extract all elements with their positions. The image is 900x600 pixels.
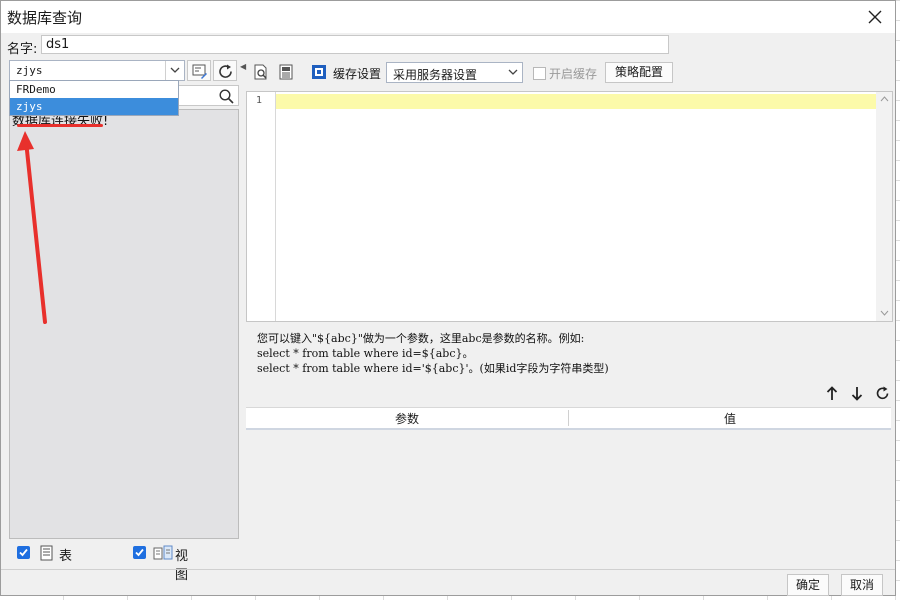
line-gutter: 1 — [247, 92, 276, 321]
refresh-icon[interactable] — [875, 386, 890, 401]
table-checkbox-label: 表 — [59, 549, 73, 564]
parameter-table: 参数 值 — [246, 407, 893, 567]
view-checkbox[interactable] — [133, 546, 146, 559]
window-title: 数据库查询 — [7, 9, 83, 27]
title-bar: 数据库查询 — [1, 1, 895, 33]
hint-line-1: 您可以键入"${abc}"做为一个参数，这里abc是参数的名称。例如: — [257, 332, 585, 345]
datasource-select[interactable]: zjys — [9, 60, 185, 81]
preview-button[interactable] — [251, 61, 271, 83]
cache-mode-select[interactable]: 采用服务器设置 — [386, 62, 523, 83]
footer-divider — [1, 569, 895, 570]
hint-line-2: select * from table where id=${abc}。 — [257, 347, 474, 360]
column-header-value[interactable]: 值 — [569, 410, 891, 427]
enable-cache-label: 开启缓存 — [549, 67, 598, 81]
refresh-datasource-button[interactable] — [213, 60, 237, 81]
arrow-down-icon[interactable] — [851, 386, 863, 401]
chevron-down-icon[interactable] — [165, 61, 184, 80]
scroll-down-icon[interactable] — [880, 310, 889, 316]
database-save-icon — [279, 64, 293, 80]
view-checkbox-label: 视图 — [175, 549, 189, 583]
line-number: 1 — [256, 95, 263, 106]
close-icon — [868, 10, 882, 24]
datasource-select-value: zjys — [16, 64, 43, 77]
panel-splitter[interactable]: ◀ — [239, 59, 246, 539]
edit-connection-icon — [192, 64, 207, 79]
close-button[interactable] — [861, 3, 889, 31]
enable-cache-checkbox[interactable] — [533, 67, 546, 80]
hint-line-3: select * from table where id='${abc}'。(如… — [257, 362, 609, 375]
scroll-up-icon[interactable] — [880, 96, 889, 102]
view-icon — [153, 545, 173, 560]
table-checkbox[interactable] — [17, 546, 30, 559]
annotation-arrow-icon — [17, 131, 47, 324]
editor-vertical-scrollbar[interactable] — [876, 92, 892, 321]
cache-mode-value: 采用服务器设置 — [393, 68, 478, 82]
arrow-up-icon[interactable] — [826, 386, 838, 401]
table-icon — [40, 545, 53, 561]
parameter-table-header: 参数 值 — [246, 407, 891, 430]
cancel-button[interactable]: 取消 — [841, 574, 883, 596]
name-label: 名字: — [7, 42, 38, 57]
cache-icon — [312, 65, 326, 79]
ok-button[interactable]: 确定 — [787, 574, 829, 596]
datasource-option-frdemo[interactable]: FRDemo — [10, 81, 178, 98]
datasource-dropdown-list: FRDemo zjys — [9, 80, 179, 116]
refresh-icon — [219, 64, 232, 78]
database-query-dialog: 数据库查询 名字: ds1 zjys 数据库连接失败! FRDemo zjys … — [0, 0, 896, 596]
cache-settings-icon-button[interactable] — [309, 61, 329, 83]
datasource-option-zjys[interactable]: zjys — [10, 98, 178, 115]
save-sql-button[interactable] — [276, 61, 296, 83]
edit-datasource-button[interactable] — [187, 60, 211, 81]
column-header-param[interactable]: 参数 — [246, 410, 568, 427]
name-input[interactable]: ds1 — [41, 35, 669, 54]
parameter-hint: 您可以键入"${abc}"做为一个参数，这里abc是参数的名称。例如: sele… — [257, 331, 609, 376]
right-panel: 缓存设置 采用服务器设置 开启缓存 策略配置 1 您可以键入"${abc}"做为… — [246, 59, 893, 569]
preview-icon — [254, 64, 267, 80]
search-icon — [219, 89, 234, 104]
cache-settings-label: 缓存设置 — [333, 67, 382, 81]
name-row: 名字: ds1 — [1, 34, 895, 57]
policy-config-button[interactable]: 策略配置 — [605, 62, 673, 83]
chevron-down-icon[interactable] — [504, 63, 522, 82]
active-line-highlight — [276, 94, 876, 109]
sql-editor[interactable]: 1 — [246, 91, 893, 322]
